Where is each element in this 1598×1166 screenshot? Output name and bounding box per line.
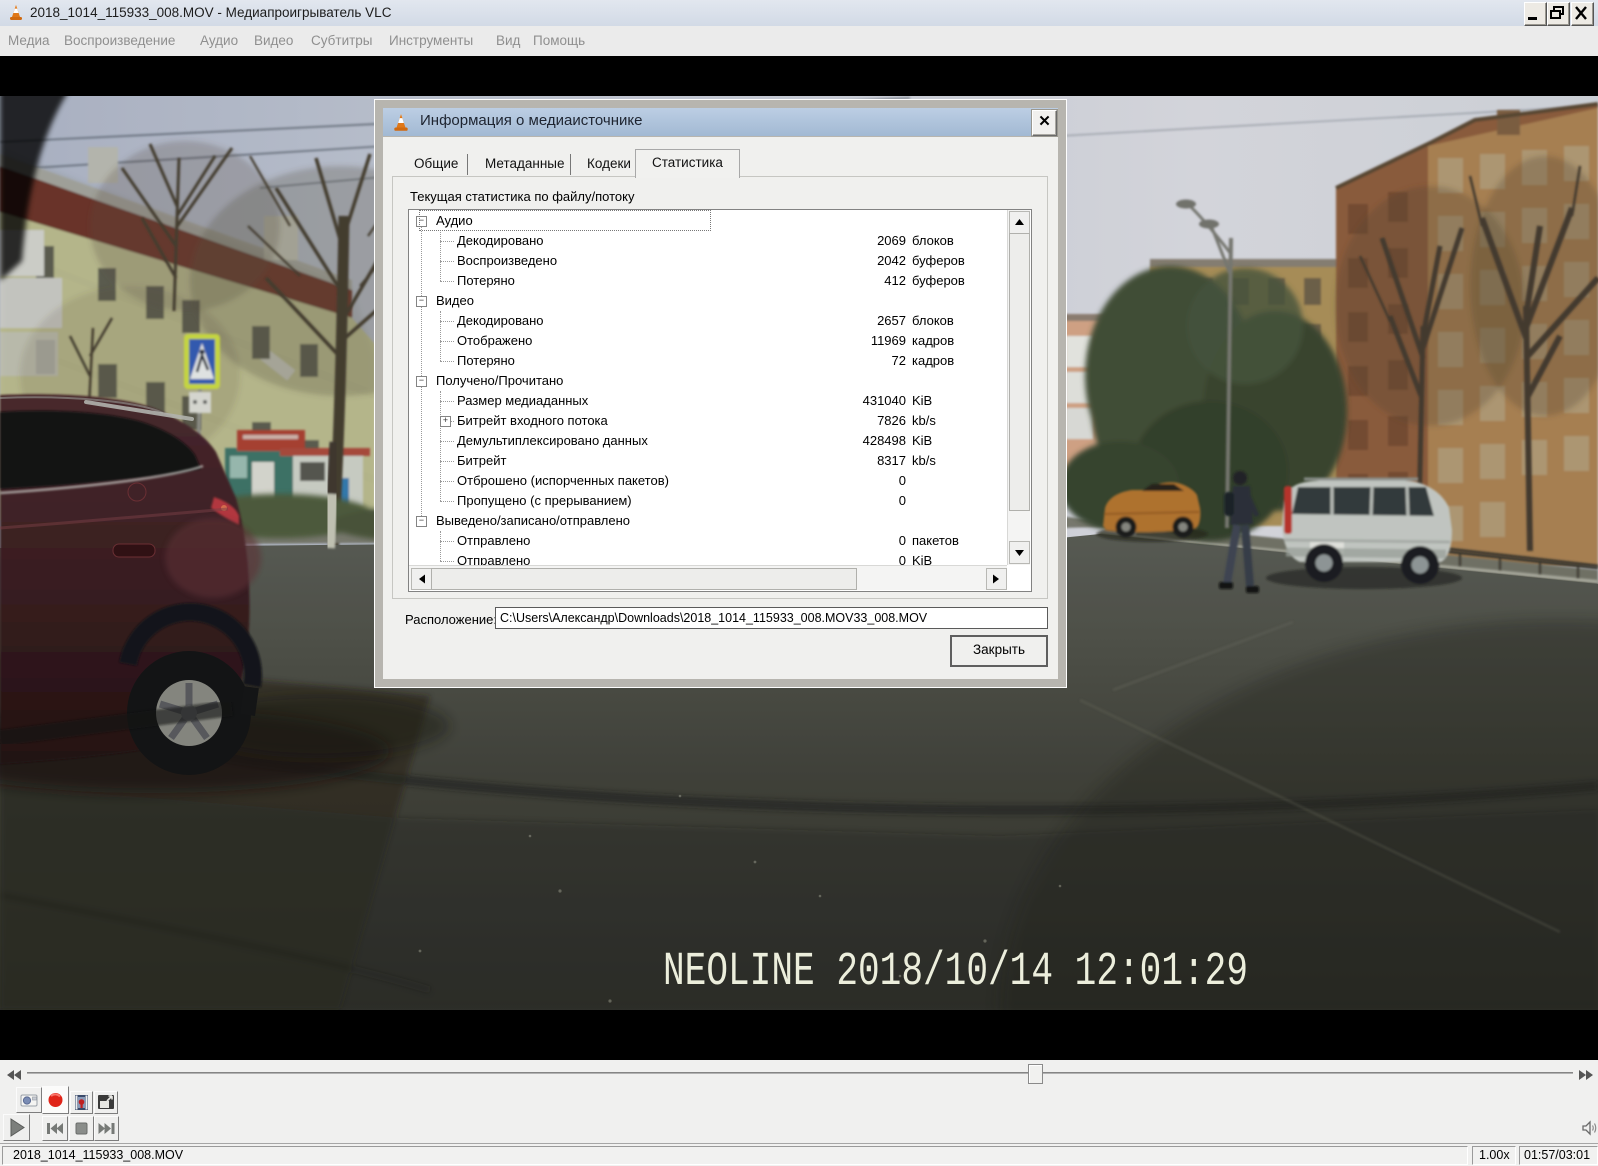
svg-text:NEOLINE 2018/10/14 12:01:29: NEOLINE 2018/10/14 12:01:29 — [663, 946, 1248, 999]
